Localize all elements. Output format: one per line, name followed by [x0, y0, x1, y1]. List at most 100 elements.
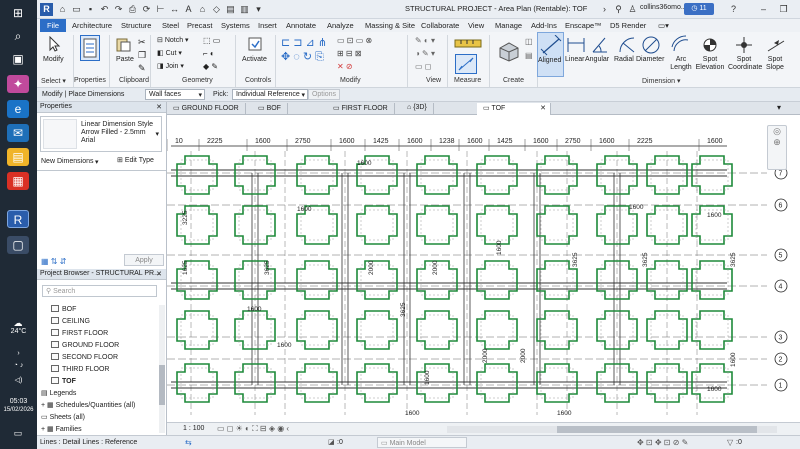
browser-scroll-thumb[interactable] [159, 365, 165, 405]
browser-scrollbar[interactable] [159, 305, 165, 433]
copy-icon[interactable]: ❐ [138, 50, 146, 61]
close-tab-icon[interactable]: ✕ [540, 104, 546, 112]
user-name[interactable]: collins36omo... [640, 4, 687, 11]
undo-icon[interactable]: ↶ [98, 3, 111, 16]
sync-icon[interactable]: ⟳ [140, 3, 153, 16]
steering-wheel-icon[interactable]: ◎ [768, 126, 786, 137]
floor-plan-drawing[interactable]: 10 2225 1600 2750 1600 1425 1600 1238 1600 1425 16… [167, 115, 800, 422]
arc-length-button[interactable]: Arc Length [670, 56, 692, 72]
scale-icon[interactable]: ⊞ ⊟ ⊠ [337, 49, 362, 58]
close-icon[interactable]: ✕ [156, 270, 162, 278]
browser-search-input[interactable]: ⚲ Search [42, 285, 157, 297]
spot-elevation-button[interactable]: Spot Elevation [693, 56, 727, 72]
print-icon[interactable]: ⎙ [126, 3, 139, 16]
tab-enscape[interactable]: Enscape™ [562, 20, 605, 31]
linear-button[interactable]: Linear [565, 56, 584, 63]
task-view-icon[interactable]: ▣ [7, 50, 29, 68]
store-icon[interactable]: ▦ [7, 172, 29, 190]
chevron-up-icon[interactable]: › [0, 350, 37, 357]
dimension-group-label[interactable]: Dimension ▾ [642, 77, 681, 85]
arc-length-icon[interactable] [671, 35, 691, 55]
navigation-bar[interactable]: ◎ ⊕ [767, 125, 787, 170]
search-help-icon[interactable]: › [598, 3, 611, 16]
radial-button[interactable]: Radial [614, 56, 634, 63]
spot-coordinate-button[interactable]: Spot Coordinate [728, 56, 762, 72]
wall-joins-icon[interactable]: ⌐ ◐ [203, 49, 215, 58]
view-control-icons[interactable]: ▭ ◻ ☀ ◐ ⛶ ⊟ ◈ ◉ ‹ [217, 424, 289, 434]
3d-icon[interactable]: ⌂ [196, 3, 209, 16]
worksets-icon[interactable]: ⇆ [185, 438, 192, 447]
property-sort-icons[interactable]: ▦ ⇅ ⇵ [41, 257, 66, 266]
paste-icon[interactable] [115, 36, 131, 52]
tab-add-ins[interactable]: Add-Ins [528, 20, 560, 31]
join-button[interactable]: ◨ Join ▾ [157, 62, 184, 70]
revit-icon[interactable]: R [7, 210, 29, 228]
hide-icon[interactable]: ✎ ◐ ▾ [415, 36, 435, 45]
tag-icon[interactable]: A [182, 3, 195, 16]
tab-collaborate[interactable]: Collaborate [418, 20, 462, 31]
tab-view[interactable]: View [465, 20, 487, 31]
pick-select[interactable]: Individual Reference ▾ [232, 89, 308, 100]
aligned-button[interactable]: Aligned [537, 32, 564, 77]
notch-button[interactable]: ⊟ Notch ▾ [157, 36, 189, 44]
tab-analyze[interactable]: Analyze [324, 20, 357, 31]
drawing-canvas[interactable]: 10 2225 1600 2750 1600 1425 1600 1238 1600 1425 16… [167, 115, 800, 422]
tree-view-ceiling[interactable]: CEILING [51, 317, 90, 325]
spot-slope-button[interactable]: Spot Slope [763, 56, 787, 72]
view-tab-ground-floor[interactable]: ▭ GROUND FLOOR [167, 103, 246, 115]
redo-icon[interactable]: ↷ [112, 3, 125, 16]
user-icon[interactable]: ♙ [626, 3, 639, 16]
create-assembly-icon[interactable] [497, 40, 521, 62]
tab-architecture[interactable]: Architecture [69, 20, 115, 31]
help-icon[interactable]: ? [727, 3, 740, 16]
cut-button[interactable]: ◧ Cut ▾ [157, 49, 182, 57]
tree-sheets[interactable]: ▭ Sheets (all) [41, 413, 85, 421]
activate-button[interactable]: Activate [242, 56, 267, 63]
filter-icon[interactable]: ▽ [727, 438, 733, 447]
tree-view-second-floor[interactable]: SECOND FLOOR [51, 353, 118, 361]
spot-elevation-icon[interactable] [700, 35, 720, 55]
customize-qa-icon[interactable]: ▾ [252, 3, 265, 16]
view-tab-bof[interactable]: ▭ BOF [252, 103, 288, 115]
tree-legends[interactable]: ▤ Legends [41, 389, 76, 397]
radial-dimension-icon[interactable] [617, 35, 637, 55]
tab-insert[interactable]: Insert [255, 20, 280, 31]
tab-structure[interactable]: Structure [118, 20, 154, 31]
tab-massing-site[interactable]: Massing & Site [362, 20, 418, 31]
diameter-button[interactable]: Diameter [636, 56, 664, 63]
spot-slope-icon[interactable] [766, 35, 786, 55]
home-icon[interactable]: ⌂ [56, 3, 69, 16]
measure-distance-button[interactable] [453, 35, 485, 51]
contextual-tab-toggle-icon[interactable]: ▭▾ [655, 20, 672, 31]
modify-button[interactable]: Modify [43, 56, 64, 63]
tab-systems[interactable]: Systems [218, 20, 253, 31]
aligned-dimension-measure-button[interactable] [455, 54, 477, 74]
model-select[interactable]: ▭ Main Model [377, 437, 467, 448]
tree-view-first-floor[interactable]: FIRST FLOOR [51, 329, 108, 337]
horizontal-scrollbar[interactable] [447, 426, 777, 433]
override-icon[interactable]: ◑ ✎ ▾ [415, 49, 435, 58]
view-tab-3d[interactable]: ⌂ {3D} [401, 103, 434, 115]
tree-view-tof[interactable]: TOF [51, 377, 76, 385]
wall-faces-select[interactable]: Wall faces ▾ [145, 89, 205, 100]
selection-filter-icons[interactable]: ✥ ⊡ ✥ ⊡ ⊘ ✎ [637, 438, 688, 447]
zoom-icon[interactable]: ⊕ [768, 137, 786, 148]
tab-d5-render[interactable]: D5 Render [607, 20, 649, 31]
file-explorer-icon[interactable]: ▤ [7, 148, 29, 166]
type-selector[interactable]: Linear Dimension Style Arrow Filled - 2.… [40, 116, 162, 152]
tab-steel[interactable]: Steel [159, 20, 182, 31]
notification-icon[interactable]: ▭ [7, 424, 29, 442]
view-tab-tof[interactable]: ▭ TOF ✕ [477, 103, 551, 115]
paste-button[interactable]: Paste [116, 56, 134, 63]
tree-families[interactable]: + ▦ Families [41, 425, 82, 433]
restore-icon[interactable]: ❐ [777, 3, 790, 16]
create-group-icon[interactable]: ▤ [525, 51, 533, 60]
move-icon[interactable]: ✥ ◌ ↻ ⎘ [281, 50, 324, 64]
volume-icon[interactable]: ◁) [0, 376, 37, 384]
linear-dimension-icon[interactable] [566, 35, 586, 55]
tree-view-ground-floor[interactable]: GROUND FLOOR [51, 341, 119, 349]
minimize-icon[interactable]: – [757, 3, 770, 16]
save-icon[interactable]: ▪ [84, 3, 97, 16]
apply-button[interactable]: Apply [124, 254, 164, 266]
geometry-tools-icon[interactable]: ⬚ ▭ [203, 36, 220, 45]
